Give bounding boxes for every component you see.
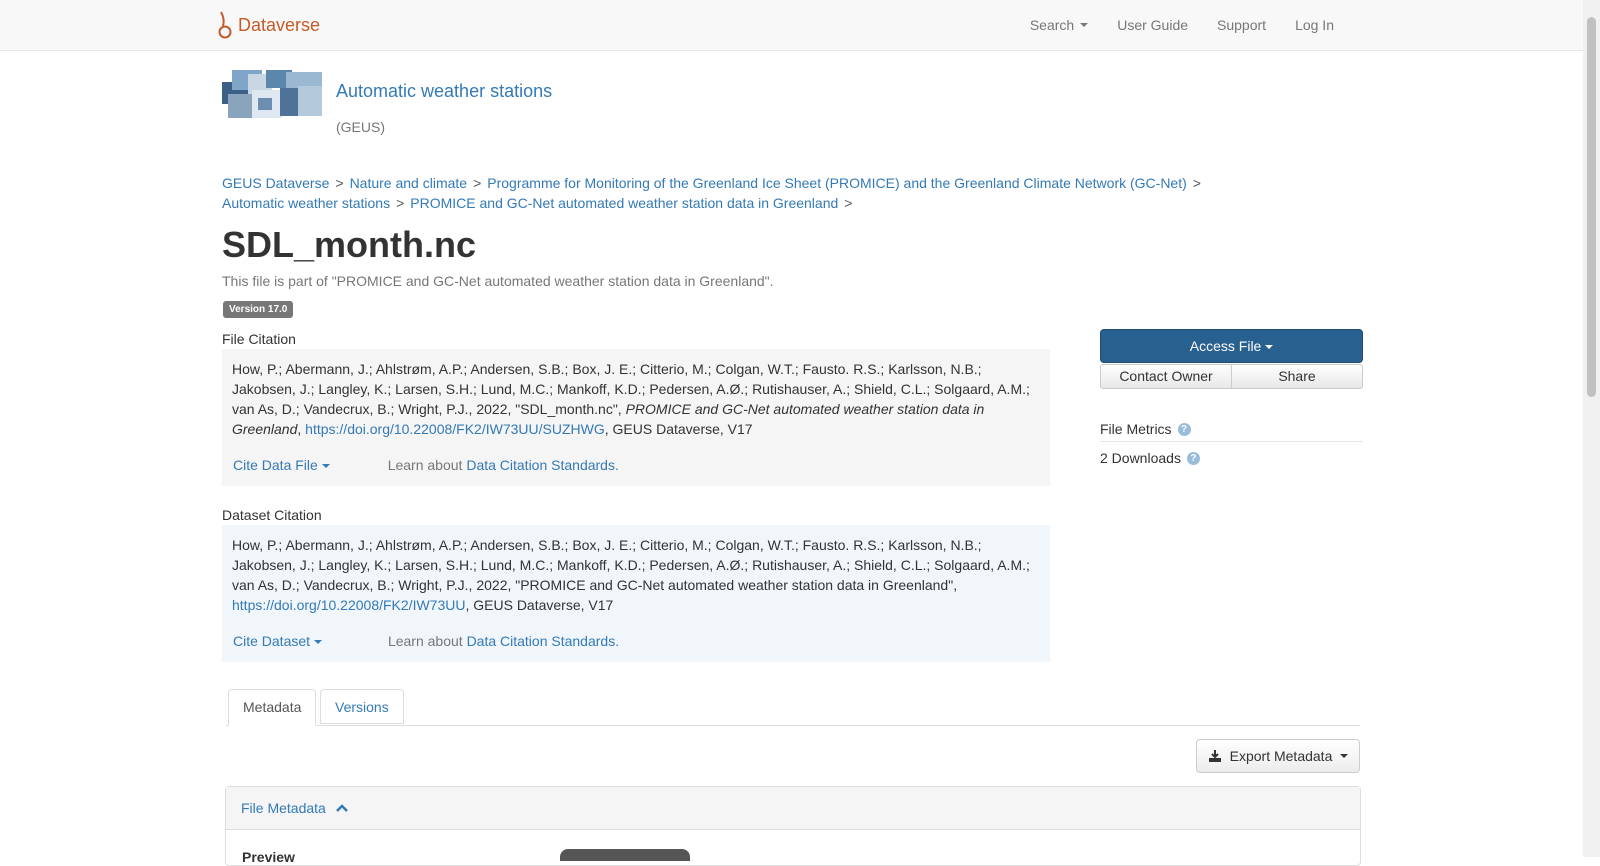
dataset-citation-label: Dataset Citation [222, 507, 322, 523]
downloads-count: 2 Downloads [1100, 450, 1181, 466]
learn-about-text: Learn about Data Citation Standards. [388, 631, 619, 651]
breadcrumb-link-nature-and-climate[interactable]: Nature and climate [350, 175, 468, 191]
page-scrollbar[interactable] [1583, 0, 1600, 857]
top-navbar: Dataverse Search User Guide Support Log … [0, 0, 1583, 51]
chevron-down-icon [1340, 754, 1349, 758]
learn-about-label: Learn about [387, 633, 463, 649]
file-citation-label: File Citation [222, 331, 296, 347]
breadcrumb-link-geus-dataverse[interactable]: GEUS Dataverse [222, 175, 329, 191]
help-question-icon[interactable]: ? [1186, 451, 1200, 465]
chevron-up-icon [335, 804, 348, 812]
learn-about-text: Learn about Data Citation Standards. [388, 455, 619, 475]
breadcrumb-separator: > [473, 175, 482, 191]
dataverse-affiliation: (GEUS) [336, 119, 385, 135]
data-citation-standards-link[interactable]: Data Citation Standards. [466, 457, 619, 473]
dataverse-brand-link[interactable]: Dataverse [218, 10, 320, 40]
access-file-label: Access File [1189, 338, 1262, 354]
cite-data-file-label: Cite Data File [233, 457, 318, 473]
access-file-button[interactable]: Access File [1100, 329, 1363, 363]
dataverse-name-link[interactable]: Automatic weather stations [336, 81, 552, 102]
dataset-citation-text: How, P.; Abermann, J.; Ahlstrøm, A.P.; A… [232, 537, 1030, 593]
tab-metadata[interactable]: Metadata [228, 689, 317, 726]
breadcrumb-separator: > [1192, 175, 1201, 191]
export-icon [1208, 750, 1221, 762]
breadcrumb-separator: > [335, 175, 344, 191]
file-metadata-heading[interactable]: File Metadata [241, 800, 326, 816]
file-citation-comma: , [297, 421, 302, 437]
dataverse-logo-icon [218, 11, 232, 39]
file-metadata-panel: File Metadata Preview [225, 786, 1361, 866]
contact-owner-button[interactable]: Contact Owner [1100, 364, 1232, 389]
file-citation-suffix: , GEUS Dataverse, V17 [604, 421, 753, 437]
breadcrumb-link-automatic-weather-stations[interactable]: Automatic weather stations [222, 195, 390, 211]
breadcrumb-link-dataset[interactable]: PROMICE and GC-Net automated weather sta… [410, 195, 838, 211]
chevron-down-icon [313, 640, 322, 645]
tab-versions[interactable]: Versions [320, 689, 404, 724]
dataset-citation-box: How, P.; Abermann, J.; Ahlstrøm, A.P.; A… [222, 525, 1050, 662]
breadcrumb-link-promice-gcnet-programme[interactable]: Programme for Monitoring of the Greenlan… [487, 175, 1187, 191]
brand-label: Dataverse [238, 14, 321, 35]
breadcrumb-separator: > [396, 195, 405, 211]
file-metrics: File Metrics ? 2 Downloads ? [1100, 421, 1363, 466]
dataset-doi-link[interactable]: https://doi.org/10.22008/FK2/IW73UU [232, 597, 465, 613]
nav-search-dropdown[interactable]: Search [1029, 17, 1089, 33]
breadcrumb: GEUS Dataverse > Nature and climate > Progra… [222, 173, 1222, 213]
nav-search-label: Search [1029, 17, 1075, 33]
dataverse-collage-logo[interactable] [222, 70, 322, 120]
share-button[interactable]: Share [1232, 364, 1363, 389]
export-metadata-label: Export Metadata [1229, 748, 1333, 764]
file-citation-box: How, P.; Abermann, J.; Ahlstrøm, A.P.; A… [222, 349, 1050, 486]
file-tabs: Metadata Versions [226, 689, 1360, 726]
cite-dataset-label: Cite Dataset [233, 633, 311, 649]
preview-label: Preview [242, 849, 295, 865]
help-question-icon[interactable]: ? [1177, 422, 1191, 436]
cite-dataset-dropdown[interactable]: Cite Dataset [233, 631, 322, 651]
chevron-down-icon [1080, 23, 1089, 27]
version-badge: Version 17.0 [223, 301, 294, 318]
breadcrumb-separator: > [844, 195, 853, 211]
nav-support[interactable]: Support [1217, 17, 1266, 33]
file-doi-link[interactable]: https://doi.org/10.22008/FK2/IW73UU/SUZH… [305, 421, 605, 437]
learn-about-label: Learn about [387, 457, 463, 473]
file-part-of-text: This file is part of "PROMICE and GC-Net… [222, 273, 774, 289]
chevron-down-icon [321, 464, 330, 469]
file-actions-column: Access File Contact Owner Share File Met… [1100, 329, 1363, 466]
file-metrics-heading: File Metrics [1100, 421, 1172, 437]
scrollbar-thumb[interactable] [1587, 17, 1596, 397]
data-citation-standards-link[interactable]: Data Citation Standards. [467, 633, 620, 649]
dataset-citation-suffix: , GEUS Dataverse, V17 [465, 597, 614, 613]
chevron-down-icon [1265, 345, 1274, 350]
cite-data-file-dropdown[interactable]: Cite Data File [233, 455, 330, 475]
nav-login[interactable]: Log In [1295, 17, 1334, 33]
page-title: SDL_month.nc [222, 224, 477, 265]
nav-user-guide[interactable]: User Guide [1117, 17, 1188, 33]
export-metadata-button[interactable]: Export Metadata [1196, 739, 1360, 773]
file-metadata-panel-header[interactable]: File Metadata [226, 787, 1360, 830]
preview-image [560, 849, 690, 861]
